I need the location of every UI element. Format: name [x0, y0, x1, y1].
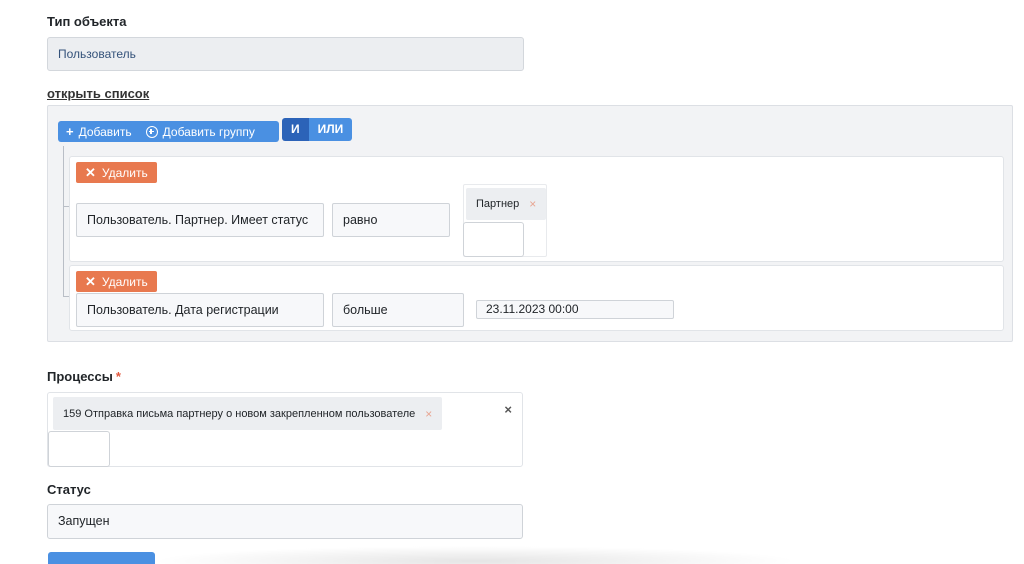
rule-date-input[interactable]: 23.11.2023 00:00	[476, 300, 674, 319]
rule-field-select[interactable]: Пользователь. Партнер. Имеет статус	[76, 203, 324, 237]
add-rule-button[interactable]: + Добавить	[58, 124, 132, 139]
delete-rule-label: Удалить	[101, 165, 148, 180]
close-icon[interactable]: ×	[529, 197, 536, 211]
plus-circle-icon	[145, 125, 158, 138]
close-icon: ✕	[85, 273, 96, 289]
footer-shadow	[150, 546, 800, 564]
status-select[interactable]: Запущен	[47, 504, 523, 539]
value-tag-label: Партнер	[476, 198, 520, 210]
add-group-button[interactable]: Добавить группу	[132, 125, 255, 139]
open-list-link[interactable]: открыть список	[47, 86, 149, 101]
close-icon[interactable]: ×	[425, 407, 432, 421]
conjunction-toggle: И ИЛИ	[282, 118, 353, 141]
add-buttons-group: + Добавить Добавить группу	[58, 121, 279, 142]
tree-connector	[63, 146, 64, 296]
rule-row: ✕ Удалить Пользователь. Партнер. Имеет с…	[69, 156, 1004, 262]
process-tag: 159 Отправка письма партнеру о новом зак…	[53, 397, 443, 430]
clear-icon[interactable]: ×	[504, 402, 512, 417]
plus-icon: +	[66, 124, 74, 139]
delete-rule-button[interactable]: ✕ Удалить	[76, 271, 157, 292]
and-button[interactable]: И	[282, 118, 309, 141]
required-mark: *	[115, 369, 121, 384]
add-group-label: Добавить группу	[162, 124, 255, 139]
object-type-select[interactable]: Пользователь	[47, 37, 524, 71]
processes-multiselect: 159 Отправка письма партнеру о новом зак…	[47, 392, 523, 467]
close-icon: ✕	[85, 164, 96, 180]
processes-label-text: Процессы	[47, 369, 113, 384]
delete-rule-label: Удалить	[101, 274, 148, 289]
value-tag-input[interactable]	[463, 222, 524, 257]
or-button[interactable]: ИЛИ	[308, 118, 353, 141]
processes-label: Процессы *	[47, 369, 121, 384]
processes-search-input[interactable]	[48, 431, 110, 467]
rule-row: ✕ Удалить Пользователь. Дата регистрации…	[69, 265, 1004, 331]
value-tag: Партнер ×	[466, 188, 547, 220]
rule-field-select[interactable]: Пользователь. Дата регистрации	[76, 293, 324, 327]
submit-button[interactable]	[48, 552, 155, 564]
add-rule-label: Добавить	[78, 124, 132, 139]
process-tag-label: 159 Отправка письма партнеру о новом зак…	[63, 407, 416, 420]
rule-operator-select[interactable]: больше	[332, 293, 464, 327]
rule-operator-select[interactable]: равно	[332, 203, 450, 237]
query-builder: + Добавить Добавить группу И ИЛИ ✕ Удали…	[47, 105, 1013, 342]
rule-value-tags: Партнер ×	[463, 184, 547, 257]
status-label: Статус	[47, 482, 91, 497]
object-type-label: Тип объекта	[47, 14, 127, 29]
delete-rule-button[interactable]: ✕ Удалить	[76, 162, 157, 183]
